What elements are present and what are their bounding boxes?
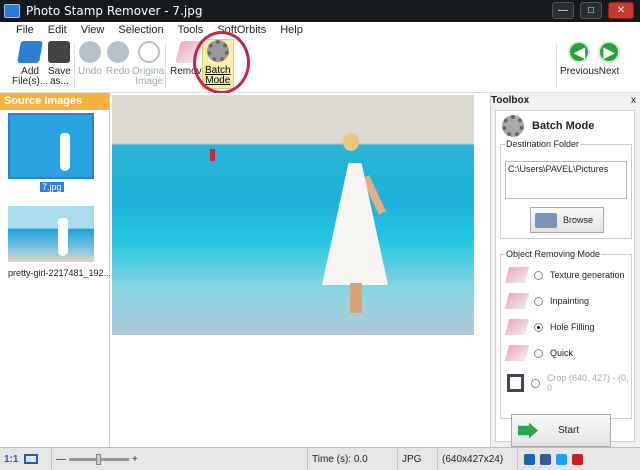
original-image-button[interactable]: Original Image: [132, 41, 166, 87]
image-format: JPG: [398, 448, 438, 470]
zoom-level[interactable]: 1:1: [0, 448, 52, 470]
option-hole-filling[interactable]: Hole Filling: [504, 319, 595, 335]
undo-icon: [78, 41, 101, 63]
thumbnail-1[interactable]: [8, 113, 94, 179]
menu-view[interactable]: View: [81, 24, 105, 36]
menu-file[interactable]: File: [16, 24, 34, 36]
redo-button[interactable]: Redo: [106, 41, 130, 77]
thumbnail-person: [58, 218, 68, 256]
arrow-left-icon: ◀: [568, 41, 591, 63]
save-icon: [48, 41, 71, 63]
zoom-in-icon[interactable]: +: [132, 454, 138, 465]
radio-crop[interactable]: [531, 378, 540, 388]
radio-hole-filling[interactable]: [534, 322, 543, 332]
app-icon: [4, 4, 20, 18]
processing-time: Time (s): 0.0: [308, 448, 398, 470]
menu-bar: File Edit View Selection Tools SoftOrbit…: [0, 22, 640, 38]
menu-selection[interactable]: Selection: [118, 24, 163, 36]
distant-person: [210, 149, 215, 161]
thumbnail-person: [60, 133, 70, 171]
youtube-icon[interactable]: [572, 453, 583, 465]
clock-icon: [138, 41, 161, 63]
eraser-icon: [504, 267, 530, 283]
status-bar: 1:1 — + Time (s): 0.0 JPG (640x427x24): [0, 447, 640, 470]
zoom-slider-thumb[interactable]: [96, 453, 101, 465]
title-bar: Photo Stamp Remover - 7.jpg — □ ✕: [0, 0, 640, 22]
browse-button[interactable]: Browse: [530, 207, 604, 233]
thumbnail-label-1[interactable]: 7.jpg: [40, 182, 64, 192]
menu-help[interactable]: Help: [280, 24, 303, 36]
option-crop[interactable]: Crop (640, 427) - (0, 0: [507, 373, 631, 393]
crop-icon: [507, 374, 525, 392]
window-title: Photo Stamp Remover - 7.jpg: [26, 4, 203, 18]
start-button[interactable]: Start: [511, 414, 611, 447]
previous-button[interactable]: ◀ Previous: [560, 41, 599, 77]
batch-mode-highlight: [193, 31, 250, 94]
maximize-button[interactable]: □: [580, 2, 602, 19]
menu-tools[interactable]: Tools: [178, 24, 204, 36]
destination-folder-group: Destination Folder C:\Users\PAVEL\Pictur…: [500, 139, 632, 239]
image-dimensions: (640x427x24): [438, 448, 518, 470]
arrow-right-icon: ▶: [598, 41, 620, 63]
redo-icon: [106, 41, 129, 63]
source-images-title: Source Images: [0, 93, 109, 110]
save-as-button[interactable]: Save as...: [48, 41, 71, 87]
eraser-icon: [504, 319, 530, 335]
toolbar: Add File(s)... Save as... Undo Redo Orig…: [0, 38, 640, 93]
zoom-out-icon[interactable]: —: [56, 454, 66, 465]
folder-icon: [535, 212, 557, 228]
add-file-icon: [17, 41, 43, 63]
twitter-icon[interactable]: [556, 453, 567, 465]
close-button[interactable]: ✕: [608, 2, 634, 19]
thumbnail-2[interactable]: [8, 206, 94, 262]
fit-screen-icon[interactable]: [24, 454, 39, 464]
menu-edit[interactable]: Edit: [48, 24, 67, 36]
eraser-icon: [504, 293, 530, 309]
gear-icon: [502, 115, 524, 137]
photo-preview[interactable]: [112, 95, 474, 335]
toolbox-title: Toolbox: [491, 95, 530, 106]
undo-button[interactable]: Undo: [78, 41, 102, 77]
mode-title: Batch Mode: [532, 120, 595, 132]
option-quick[interactable]: Quick: [504, 345, 573, 361]
toolbox-panel: Toolbox x Batch Mode Destination Folder …: [490, 93, 640, 447]
info-icon[interactable]: [524, 453, 535, 465]
radio-texture[interactable]: [534, 270, 543, 280]
radio-inpainting[interactable]: [534, 296, 543, 306]
option-texture-generation[interactable]: Texture generation: [504, 267, 625, 283]
thumbnail-label-2[interactable]: pretty-girl-2217481_192...: [8, 268, 111, 278]
object-removing-mode-group: Object Removing Mode Texture generation …: [500, 249, 632, 419]
add-files-button[interactable]: Add File(s)...: [12, 41, 48, 87]
next-button[interactable]: ▶ Next: [598, 41, 620, 77]
option-inpainting[interactable]: Inpainting: [504, 293, 589, 309]
minimize-button[interactable]: —: [552, 2, 574, 19]
eraser-icon: [504, 345, 530, 361]
facebook-icon[interactable]: [540, 453, 551, 465]
zoom-slider[interactable]: — +: [52, 448, 308, 470]
arrow-right-icon: [518, 422, 538, 439]
destination-path-field[interactable]: C:\Users\PAVEL\Pictures: [505, 161, 627, 199]
toolbox-close-button[interactable]: x: [631, 95, 636, 106]
radio-quick[interactable]: [534, 348, 543, 358]
